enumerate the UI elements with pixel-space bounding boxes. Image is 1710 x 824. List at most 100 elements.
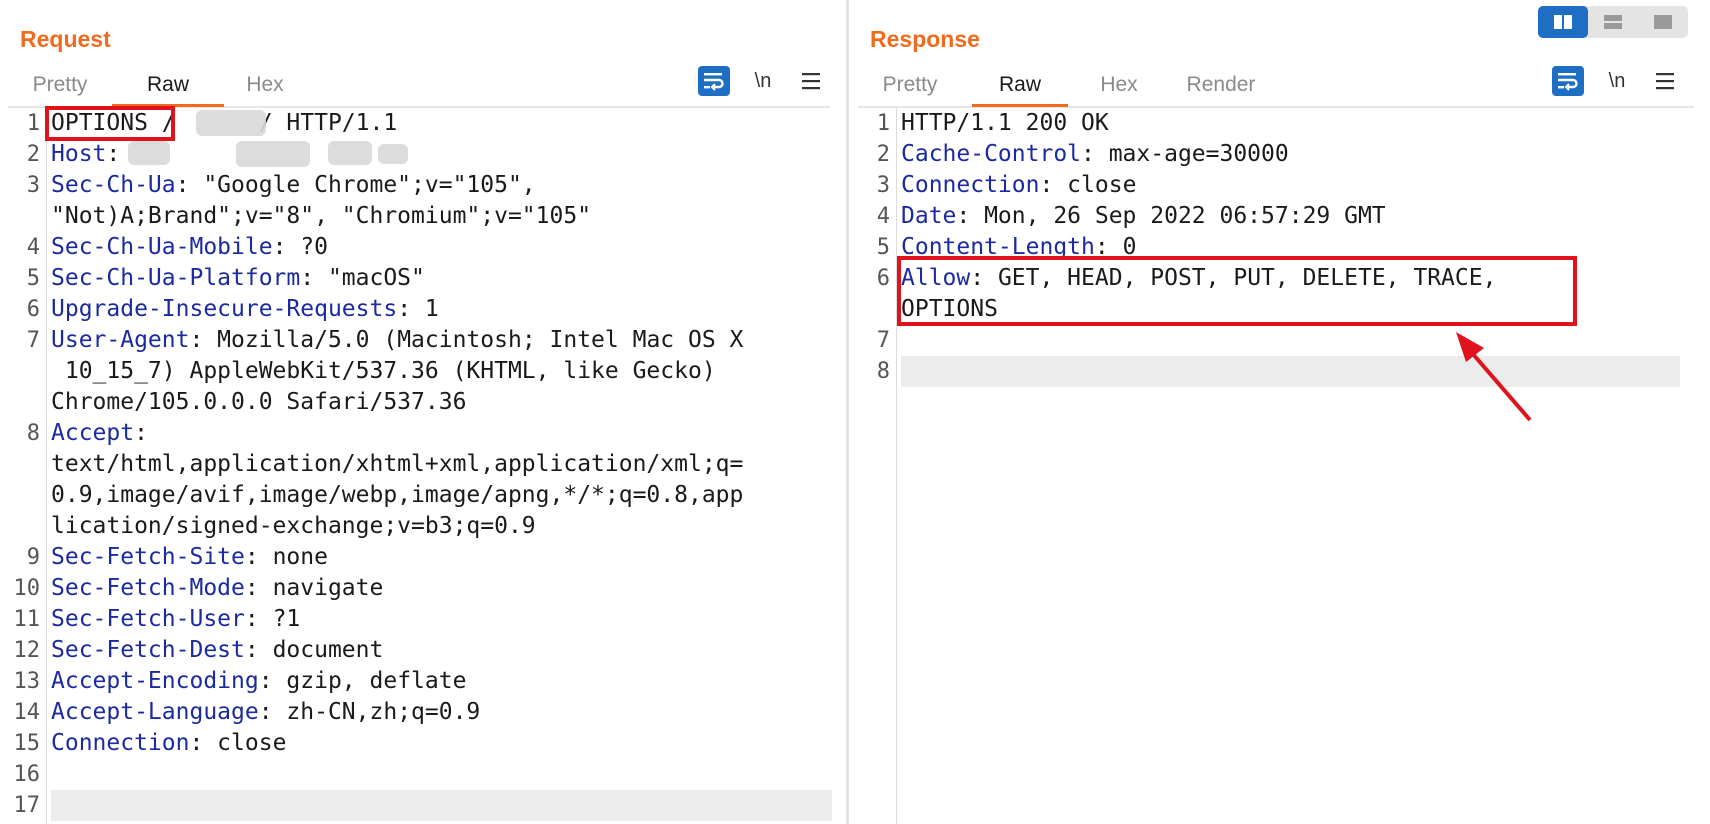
word-wrap-icon (704, 73, 724, 91)
header-value: : close (189, 730, 287, 756)
request-tab-raw[interactable]: Raw (112, 70, 224, 107)
header-value: : none (244, 544, 328, 570)
redaction-blur (378, 144, 408, 164)
request-line: 0.9,image/avif,image/webp,image/apng,*/*… (0, 480, 846, 511)
header-key: Sec-Ch-Ua (51, 172, 176, 198)
response-newline-toggle[interactable]: \n (1602, 66, 1632, 96)
request-line: 17 (14, 790, 832, 821)
header-key: Sec-Fetch-Site (51, 544, 245, 570)
request-line: 3 Sec-Ch-Ua: "Google Chrome";v="105", (0, 170, 846, 201)
line-number: 5 (876, 235, 890, 260)
line-number: 14 (13, 700, 41, 725)
line-number: 15 (13, 731, 41, 756)
header-key: Cache-Control (901, 141, 1082, 167)
request-line: 11 Sec-Fetch-User: ?1 (0, 604, 846, 635)
line-number: 1 (26, 111, 40, 136)
header-key: Sec-Fetch-Mode (51, 575, 245, 601)
response-menu-button[interactable] (1650, 66, 1680, 96)
request-menu-button[interactable] (796, 66, 826, 96)
line-number: 2 (876, 142, 890, 167)
header-value: : "Google Chrome";v="105", (175, 172, 536, 198)
redaction-blur (128, 141, 170, 165)
line-number: 16 (13, 762, 41, 787)
code-text: Connection: close (51, 728, 286, 759)
response-tab-render[interactable]: Render (1176, 70, 1266, 104)
header-value: 10_15_7) AppleWebKit/537.36 (KHTML, like… (51, 358, 716, 384)
header-value: : Mozilla/5.0 (Macintosh; Intel Mac OS X (189, 327, 744, 353)
request-line: 2 Host: (0, 139, 846, 170)
request-word-wrap-button[interactable] (698, 66, 730, 96)
code-text: 0.9,image/avif,image/webp,image/apng,*/*… (51, 480, 743, 511)
line-number: 13 (13, 669, 41, 694)
code-text: Date: Mon, 26 Sep 2022 06:57:29 GMT (901, 201, 1386, 232)
redaction-blur (196, 110, 266, 136)
response-tab-hex[interactable]: Hex (1084, 70, 1154, 104)
redaction-blur (328, 141, 372, 165)
code-text: "Not)A;Brand";v="8", "Chromium";v="105" (51, 201, 591, 232)
header-key: Accept (51, 420, 135, 446)
code-text: Sec-Fetch-Mode: navigate (51, 573, 383, 604)
word-wrap-icon (1558, 73, 1578, 91)
menu-icon (1656, 73, 1674, 90)
header-key: Connection (901, 172, 1040, 198)
header-value: Chrome/105.0.0.0 Safari/537.36 (51, 389, 467, 415)
header-key: Sec-Ch-Ua-Platform (51, 265, 301, 291)
request-panel: Request Pretty Raw Hex \n 1 OPTIONS / / H… (0, 0, 846, 824)
response-line: 1 HTTP/1.1 200 OK (850, 108, 1710, 139)
header-key: Sec-Fetch-User (51, 606, 245, 632)
code-text: Chrome/105.0.0.0 Safari/537.36 (51, 387, 466, 418)
request-line: 15 Connection: close (0, 728, 846, 759)
request-line: 13 Accept-Encoding: gzip, deflate (0, 666, 846, 697)
header-key: Upgrade-Insecure-Requests (51, 296, 398, 322)
response-tab-pretty[interactable]: Pretty (870, 70, 950, 104)
header-key: Sec-Ch-Ua-Mobile (51, 234, 273, 260)
code-text: Sec-Fetch-Dest: document (51, 635, 383, 666)
header-value: : document (244, 637, 384, 663)
request-line: 4 Sec-Ch-Ua-Mobile: ?0 (0, 232, 846, 263)
highlight-box-allow (897, 256, 1577, 326)
response-line: 8 (877, 356, 1680, 387)
line-number: 5 (26, 266, 40, 291)
response-tab-raw[interactable]: Raw (972, 70, 1068, 107)
code-text: HTTP/1.1 200 OK (901, 108, 1109, 139)
header-key: Sec-Fetch-Dest (51, 637, 245, 663)
header-key: Host (51, 141, 107, 167)
response-panel: Response Pretty Raw Hex Render \n 1 HTTP/… (850, 0, 1710, 824)
request-line: 6 Upgrade-Insecure-Requests: 1 (0, 294, 846, 325)
header-value-tail: / HTTP/1.1 (258, 110, 398, 136)
code-text: Sec-Fetch-User: ?1 (51, 604, 300, 635)
response-editor[interactable]: 1 HTTP/1.1 200 OK 2 Cache-Control: max-age=… (850, 108, 1710, 824)
request-line: 9 Sec-Fetch-Site: none (0, 542, 846, 573)
code-text: text/html,application/xhtml+xml,applicat… (51, 449, 743, 480)
request-tab-hex[interactable]: Hex (230, 70, 300, 104)
request-editor[interactable]: 1 OPTIONS / / HTTP/1.1 2 Host: 3 Sec-Ch-Ua: … (0, 106, 846, 824)
line-number: 4 (876, 204, 890, 229)
code-text: User-Agent: Mozilla/5.0 (Macintosh; Inte… (51, 325, 743, 356)
line-number: 6 (876, 266, 890, 291)
request-newline-toggle[interactable]: \n (748, 66, 778, 96)
response-line: 3 Connection: close (850, 170, 1710, 201)
line-number: 7 (26, 328, 40, 353)
header-value: : navigate (244, 575, 384, 601)
line-number: 4 (26, 235, 40, 260)
code-text: Upgrade-Insecure-Requests: 1 (51, 294, 439, 325)
request-line: 12 Sec-Fetch-Dest: document (0, 635, 846, 666)
header-value: "Not)A;Brand";v="8", "Chromium";v="105" (51, 203, 592, 229)
code-text: Sec-Ch-Ua: "Google Chrome";v="105", (51, 170, 536, 201)
line-number: 8 (876, 359, 890, 384)
header-value: text/html,application/xhtml+xml,applicat… (51, 451, 744, 477)
line-number: 10 (13, 576, 41, 601)
panel-divider[interactable] (846, 0, 849, 824)
request-tab-pretty[interactable]: Pretty (20, 70, 100, 104)
line-number: 7 (876, 328, 890, 353)
response-line: 7 (850, 325, 1710, 356)
header-value: : gzip, deflate (258, 668, 467, 694)
redaction-blur (236, 141, 310, 167)
code-text: lication/signed-exchange;v=b3;q=0.9 (51, 511, 536, 542)
response-word-wrap-button[interactable] (1552, 66, 1584, 96)
header-value: lication/signed-exchange;v=b3;q=0.9 (51, 513, 536, 539)
header-value: : zh-CN,zh;q=0.9 (258, 699, 481, 725)
request-line: text/html,application/xhtml+xml,applicat… (0, 449, 846, 480)
header-value: : ?1 (244, 606, 301, 632)
header-key: Accept-Encoding (51, 668, 259, 694)
